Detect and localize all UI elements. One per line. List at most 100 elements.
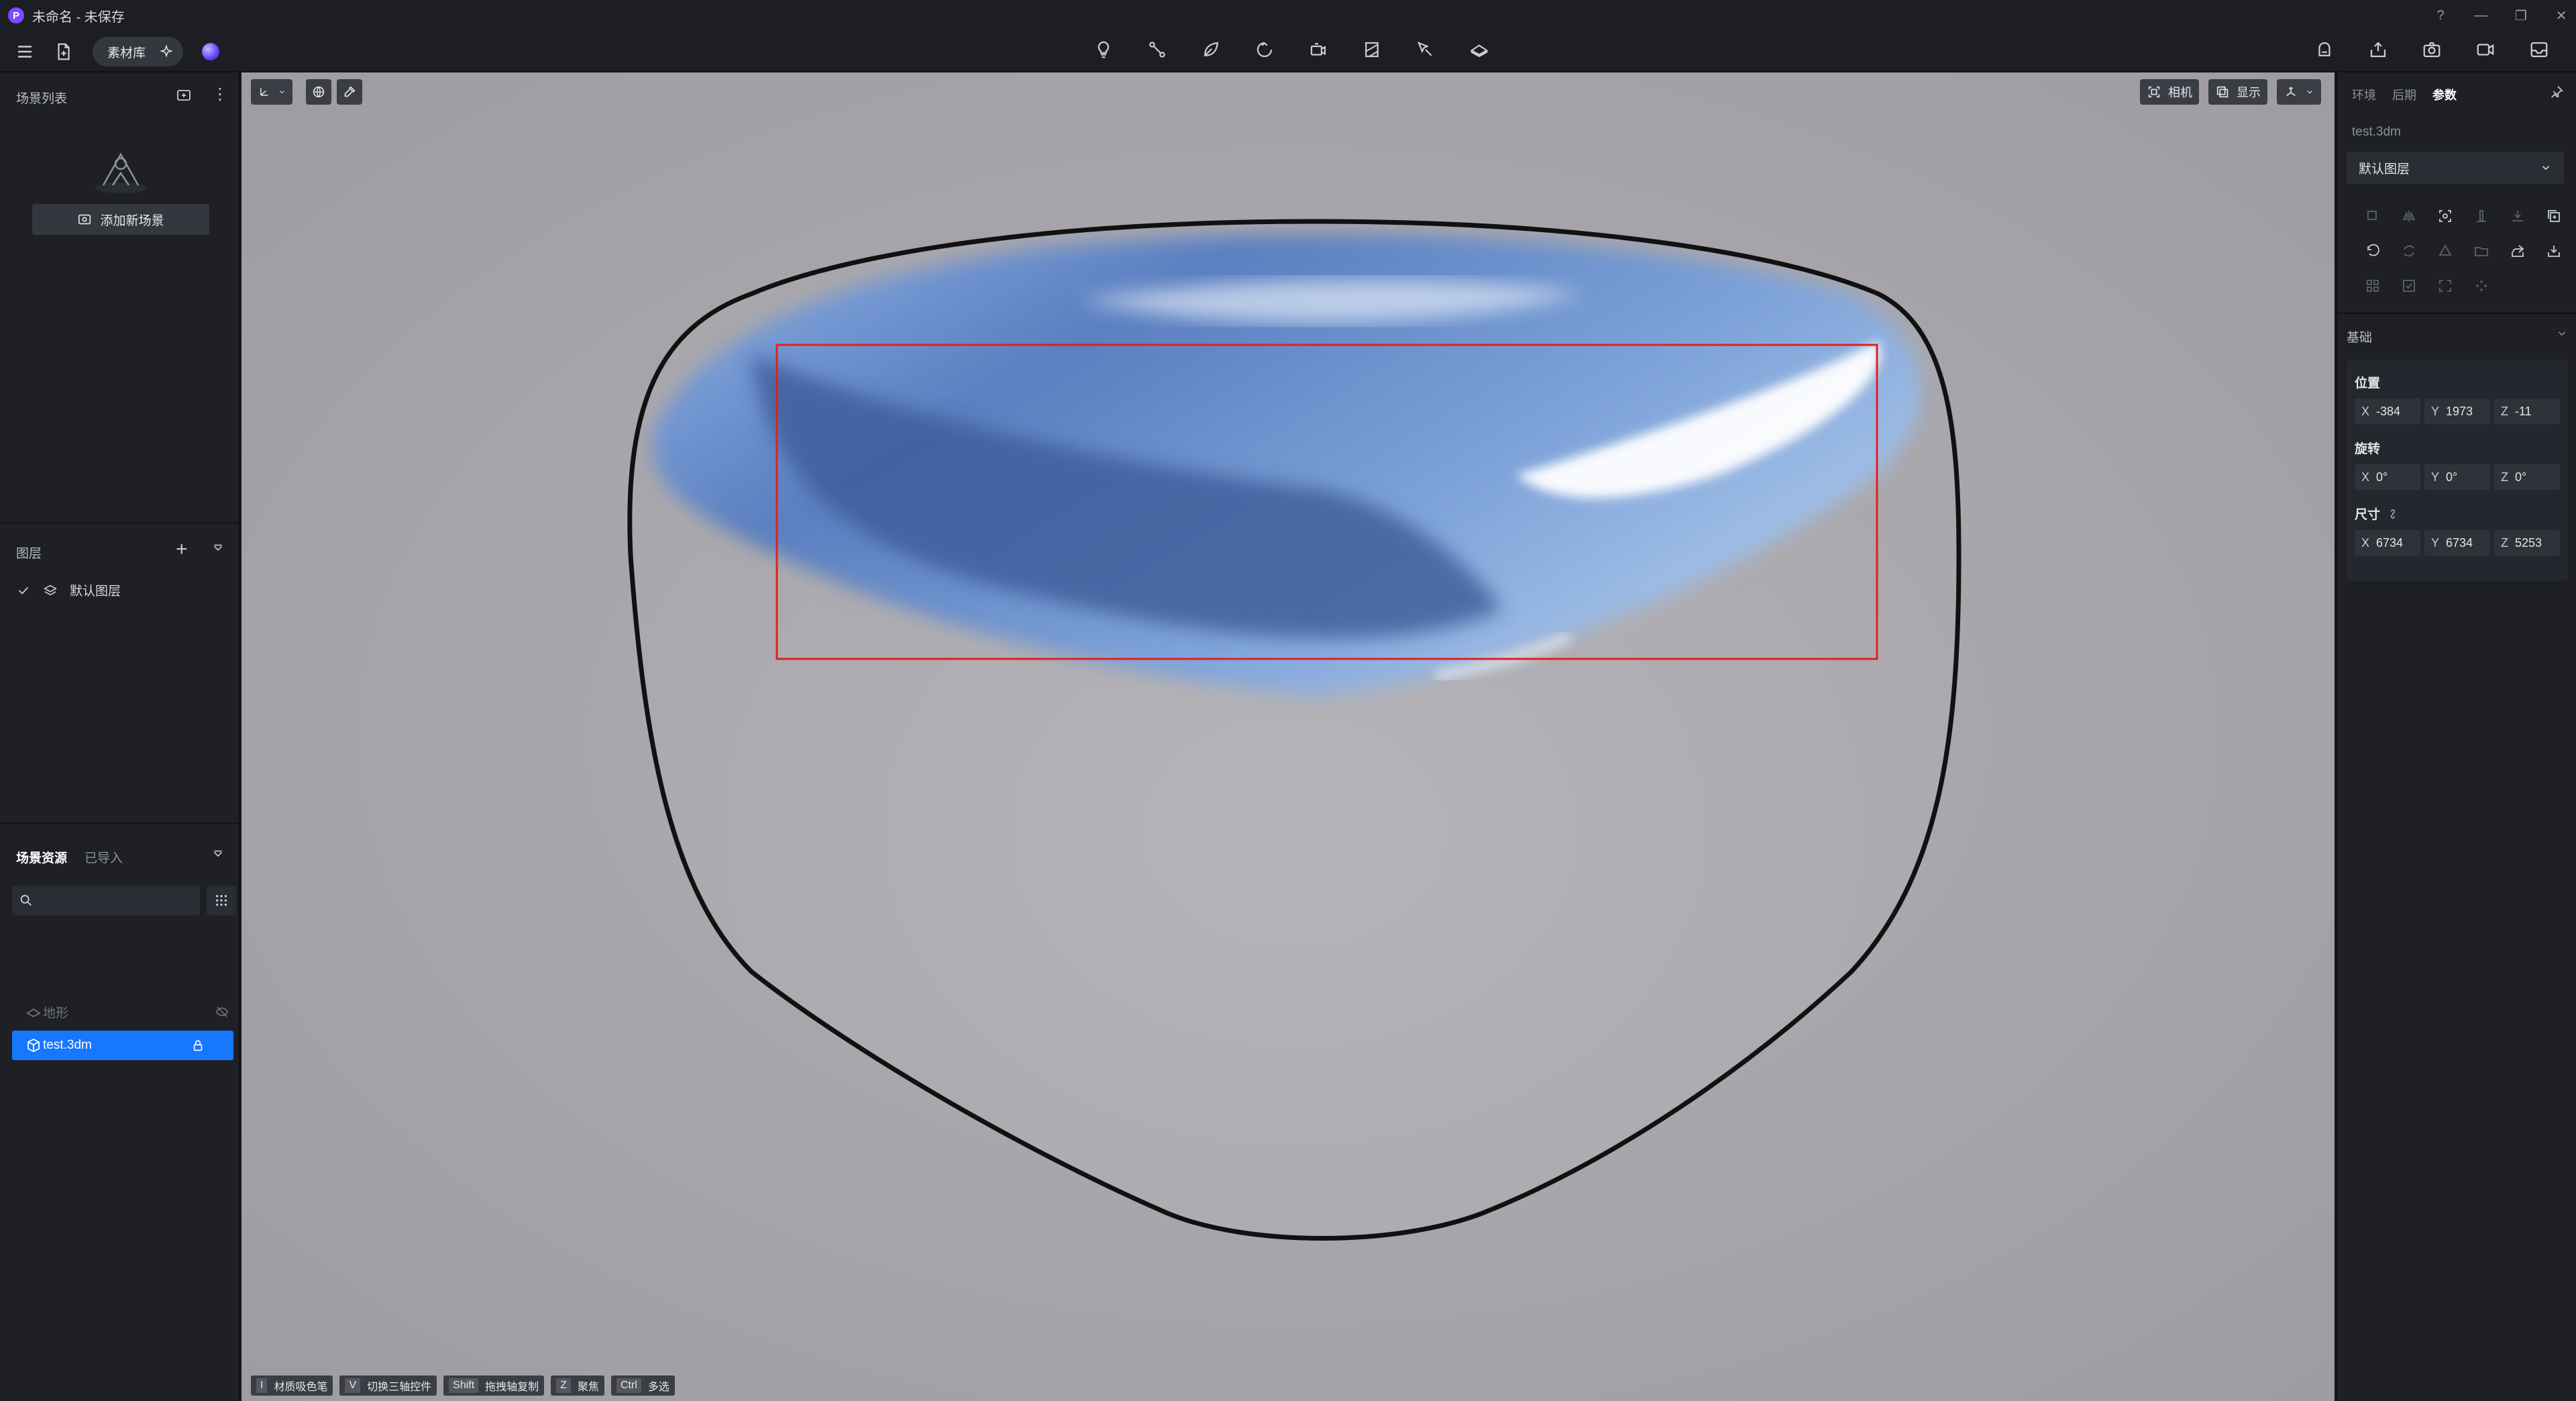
size-fields: X 6734 Y 6734 Z 5253 bbox=[2355, 530, 2560, 556]
chevron-down-icon bbox=[2558, 331, 2566, 336]
array-icon[interactable] bbox=[2355, 268, 2391, 303]
camera-button[interactable]: 相机 bbox=[2140, 79, 2199, 105]
screenshot-icon[interactable] bbox=[2422, 40, 2442, 64]
rotation-fields: X 0° Y 0° Z 0° bbox=[2355, 464, 2560, 490]
asset-item-test-3dm[interactable]: test.3dm bbox=[12, 1031, 233, 1060]
size-x-field[interactable]: X 6734 bbox=[2355, 530, 2420, 556]
refresh-icon[interactable] bbox=[2391, 234, 2427, 268]
lock-icon[interactable] bbox=[191, 1038, 205, 1053]
tab-scene-assets[interactable]: 场景资源 bbox=[16, 848, 67, 866]
link-icon[interactable] bbox=[2387, 508, 2399, 520]
more-icon[interactable]: ⋮ bbox=[212, 85, 228, 104]
world-space-button[interactable] bbox=[306, 79, 331, 105]
tab-post[interactable]: 后期 bbox=[2392, 86, 2416, 103]
transform-gizmo-button[interactable] bbox=[251, 79, 292, 105]
leaf-icon[interactable] bbox=[1201, 40, 1221, 64]
camera-label: 相机 bbox=[2168, 86, 2192, 99]
video-icon[interactable] bbox=[2475, 40, 2496, 64]
display-button[interactable]: 显示 bbox=[2208, 79, 2267, 105]
asset-item-terrain[interactable]: 地形 bbox=[12, 997, 233, 1027]
chevron-down-icon bbox=[2307, 90, 2312, 94]
ground-plane-icon[interactable] bbox=[1469, 40, 1489, 64]
rotation-label: 旋转 bbox=[2355, 442, 2381, 456]
help-icon[interactable]: ? bbox=[2434, 8, 2447, 23]
layer-select[interactable]: 默认图层 bbox=[2347, 152, 2564, 184]
check-icon[interactable] bbox=[16, 583, 31, 598]
grid-icon bbox=[215, 894, 227, 906]
drop-to-ground-icon[interactable] bbox=[2500, 199, 2536, 234]
search-input[interactable] bbox=[40, 893, 195, 908]
close-icon[interactable]: ✕ bbox=[2555, 7, 2568, 24]
restore-icon[interactable]: ❐ bbox=[2514, 7, 2528, 24]
rotation-x-field[interactable]: X 0° bbox=[2355, 464, 2420, 490]
position-z-field[interactable]: Z -11 bbox=[2494, 399, 2560, 424]
undo-transform-icon[interactable] bbox=[2355, 234, 2391, 268]
light-bulb-icon[interactable] bbox=[1093, 40, 1114, 64]
folder-icon[interactable] bbox=[2463, 234, 2500, 268]
align-icon[interactable] bbox=[2463, 199, 2500, 234]
view-mode-button[interactable] bbox=[2277, 79, 2321, 105]
hidden-eye-icon[interactable] bbox=[215, 1004, 229, 1019]
menu-icon[interactable] bbox=[15, 42, 35, 62]
basic-section-header[interactable]: 基础 bbox=[2347, 327, 2568, 346]
divider bbox=[0, 823, 240, 824]
size-label-row: 尺寸 bbox=[2355, 505, 2399, 523]
chevron-down-icon bbox=[2542, 166, 2550, 170]
layer-item[interactable]: 默认图层 bbox=[16, 581, 121, 599]
tab-parameters[interactable]: 参数 bbox=[2432, 86, 2457, 103]
3d-viewport[interactable]: 相机 显示 I 材质吸色笔 V 切换三轴控件 Shift 拖拽轴复制 Z 聚焦 Ctrl… bbox=[241, 72, 2334, 1401]
add-scene-icon[interactable] bbox=[176, 87, 192, 107]
tab-environment[interactable]: 环境 bbox=[2352, 86, 2376, 103]
edit-check-icon[interactable] bbox=[2391, 268, 2427, 303]
rotation-z-field[interactable]: Z 0° bbox=[2494, 464, 2560, 490]
position-label: 位置 bbox=[2355, 376, 2381, 391]
layer-name: 默认图层 bbox=[70, 584, 121, 599]
focus-object-icon[interactable] bbox=[2427, 199, 2463, 234]
download-icon[interactable] bbox=[2536, 234, 2572, 268]
section-icon[interactable] bbox=[1362, 40, 1382, 64]
pin-icon[interactable] bbox=[2549, 85, 2564, 103]
position-x-field[interactable]: X -384 bbox=[2355, 399, 2420, 424]
material-sphere-icon[interactable] bbox=[202, 43, 220, 60]
material-icon[interactable] bbox=[2427, 234, 2463, 268]
tab-imported[interactable]: 已导入 bbox=[85, 848, 123, 866]
add-scene-label: 添加新场景 bbox=[100, 213, 164, 228]
path-icon[interactable] bbox=[1147, 40, 1167, 64]
annotate-icon[interactable] bbox=[1415, 40, 1436, 64]
perspective-icon bbox=[2286, 87, 2296, 97]
camera-rig-icon[interactable] bbox=[1308, 40, 1328, 64]
scatter-icon[interactable] bbox=[2463, 268, 2500, 303]
output-tools bbox=[2314, 31, 2549, 72]
left-panel: 场景列表 ⋮ 添加新场景 图层 + 默认图层 场景资源 已导入 地形 test.… bbox=[0, 72, 240, 1401]
window-controls: ? — ❐ ✕ bbox=[2434, 0, 2568, 31]
divider bbox=[0, 522, 240, 523]
new-file-icon[interactable] bbox=[54, 42, 74, 62]
eyedropper-button[interactable] bbox=[337, 79, 362, 105]
grid-view-button[interactable] bbox=[207, 886, 236, 915]
share-icon[interactable] bbox=[2500, 234, 2536, 268]
add-scene-button[interactable]: 添加新场景 bbox=[32, 204, 209, 235]
layers-collapse-icon[interactable] bbox=[211, 541, 225, 560]
group-add-icon[interactable] bbox=[2536, 199, 2572, 234]
inbox-icon[interactable] bbox=[2529, 40, 2549, 64]
mirror-icon[interactable] bbox=[2391, 199, 2427, 234]
globe-icon bbox=[313, 86, 325, 98]
size-y-field[interactable]: Y 6734 bbox=[2424, 530, 2490, 556]
minimize-icon[interactable]: — bbox=[2474, 8, 2487, 23]
assets-collapse-icon[interactable] bbox=[211, 847, 225, 866]
shortcut-hint: V 切换三轴控件 bbox=[339, 1376, 437, 1396]
copy-icon[interactable] bbox=[2355, 199, 2391, 234]
render-icon[interactable] bbox=[2314, 40, 2334, 64]
export-icon[interactable] bbox=[2368, 40, 2388, 64]
rotation-y-field[interactable]: Y 0° bbox=[2424, 464, 2490, 490]
expand-icon[interactable] bbox=[2427, 268, 2463, 303]
rotate-icon[interactable] bbox=[1254, 40, 1275, 64]
add-layer-icon[interactable]: + bbox=[176, 539, 188, 560]
size-z-field[interactable]: Z 5253 bbox=[2494, 530, 2560, 556]
basic-title: 基础 bbox=[2347, 331, 2373, 345]
asset-name: test.3dm bbox=[43, 1038, 92, 1052]
library-button[interactable]: 素材库 bbox=[93, 37, 184, 66]
position-y-field[interactable]: Y 1973 bbox=[2424, 399, 2490, 424]
camera-focus-icon bbox=[2148, 86, 2160, 98]
window-title: 未命名 - 未保存 bbox=[32, 9, 125, 25]
